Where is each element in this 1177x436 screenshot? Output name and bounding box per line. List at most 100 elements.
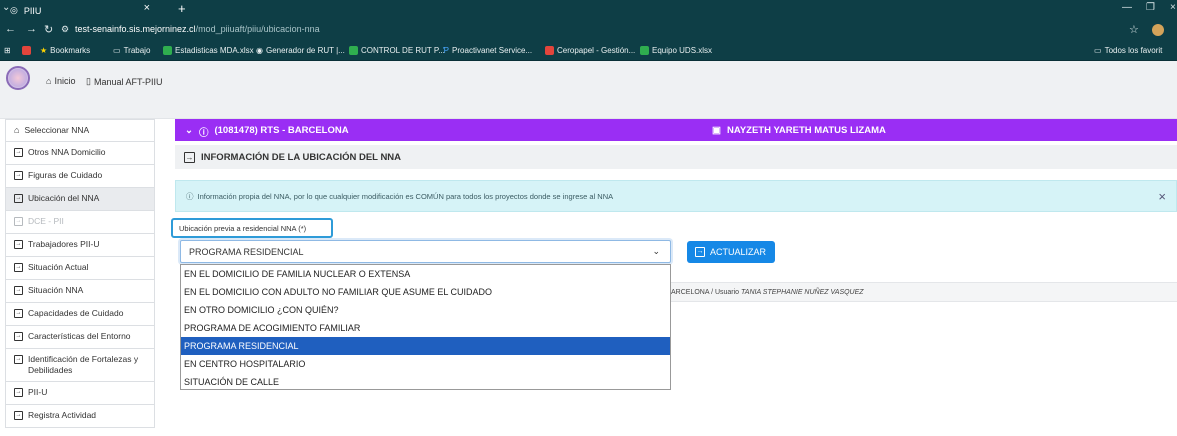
actualizar-button[interactable]: → ACTUALIZAR [687,241,775,263]
site-settings-icon[interactable]: ⚙ [61,24,69,35]
sidebar-item-registra-actividad[interactable]: → Registra Actividad [5,405,155,428]
sidebar-item-piiu[interactable]: → PII-U [5,382,155,405]
arrow-box-icon: → [184,152,195,163]
ceropapel-icon [545,46,554,55]
globe-icon: ◎ [10,5,18,15]
info-alert: ⓘ Información propia del NNA, por lo que… [175,180,1177,212]
dropdown-option[interactable]: EN CENTRO HOSPITALARIO [181,355,670,373]
folder-icon: ▭ [113,46,121,55]
close-tab-icon[interactable]: × [144,2,150,14]
sidebar-item-dce: → DCE - PII [5,211,155,234]
bookmark-item[interactable]: CONTROL DE RUT P... [349,46,445,55]
new-tab-icon[interactable]: + [178,1,186,16]
user-card-icon: ▣ [712,125,721,136]
star-icon[interactable]: ☆ [1129,23,1139,36]
project-header[interactable]: ⌄ ⓘ (1081478) RTS - BARCELONA ▣ NAYZETH … [175,119,1177,141]
restore-icon[interactable]: ❐ [1146,2,1155,13]
url-path: /mod_piiuaft/piiu/ubicacion-nna [195,24,320,34]
arrow-box-icon: → [695,247,705,257]
arrow-box-icon: → [14,286,23,295]
ubicacion-dropdown: EN EL DOMICILIO DE FAMILIA NUCLEAR O EXT… [180,264,671,390]
bookmark-item[interactable]: Estadisticas MDA.xlsx [163,46,254,55]
dropdown-option[interactable]: SITUACIÓN DE CALLE [181,373,670,391]
arrow-box-icon: → [14,411,23,420]
bookmarks-bar: ⊞ ★ Bookmarks ▭ Trabajo Estadisticas MDA.x… [0,41,1177,61]
ubicacion-select[interactable]: PROGRAMA RESIDENCIAL ⌄ [180,240,671,263]
app-header: ⌂ Inicio ▯ Manual AFT-PIIU [0,61,1177,119]
alert-text: Información propia del NNA, por lo que c… [197,191,614,201]
info-prefix: ARCELONA / Usuario [671,289,742,296]
profile-icon[interactable] [1152,24,1164,36]
arrow-box-icon: → [14,355,23,364]
close-icon[interactable]: × [1158,189,1166,204]
home-icon: ⌂ [14,125,20,135]
browser-tab[interactable]: ◎ PIIU × [8,2,158,19]
info-icon: ⓘ [198,128,209,139]
bookmark-item[interactable]: ▭ Trabajo [113,46,150,55]
sidebar-item-fortalezas[interactable]: → Identificación de Fortalezas y Debilida… [5,349,155,382]
home-icon: ⌂ [46,76,52,86]
url-host: test-senainfo.sis.mejorninez.cl [75,24,196,34]
person-name: NAYZETH YARETH MATUS LIZAMA [726,125,886,136]
arrow-box-icon: → [14,217,23,226]
info-icon: ⓘ [186,191,194,201]
browser-tab-bar: ⌄ ◎ PIIU × + — ❐ × [0,0,1177,19]
arrow-box-icon: → [14,332,23,341]
close-window-icon[interactable]: × [1170,2,1176,13]
chrome-icon: ◉ [256,46,263,55]
sheet-icon [640,46,649,55]
sidebar-item-situacion-actual[interactable]: → Situación Actual [5,257,155,280]
address-bar: ← → ↻ ⚙ test-senainfo.sis.mejorninez.cl/… [0,19,1177,41]
dropdown-option[interactable]: EN EL DOMICILIO DE FAMILIA NUCLEAR O EXT… [181,265,670,283]
proactivanet-icon: Ƥ [443,46,450,55]
bookmark-item[interactable]: Equipo UDS.xlsx [640,46,712,55]
sidebar-item-caracteristicas[interactable]: → Características del Entorno [5,326,155,349]
star-icon: ★ [40,46,48,55]
arrow-box-icon: → [14,388,23,397]
arrow-box-icon: → [14,194,23,203]
back-icon[interactable]: ← [5,23,16,35]
sheet-icon [163,46,172,55]
sidebar-item-seleccionar-nna[interactable]: ⌂ Seleccionar NNA [5,119,155,142]
arrow-box-icon: → [14,240,23,249]
all-bookmarks[interactable]: ▭ Todos los favorit [1094,46,1162,55]
folder-icon: ▭ [1094,46,1102,55]
sidebar-item-trabajadores[interactable]: → Trabajadores PII-U [5,234,155,257]
bookmark-item[interactable]: Ceropapel - Gestión... [545,46,635,55]
document-icon: ▯ [86,76,91,86]
arrow-box-icon: → [14,148,23,157]
project-name: (1081478) RTS - BARCELONA [214,125,349,136]
dropdown-option-selected[interactable]: PROGRAMA RESIDENCIAL [181,337,670,355]
nav-manual[interactable]: ▯ Manual AFT-PIIU [86,76,162,87]
bookmark-item[interactable]: Ƥ Proactivanet Service... [443,46,532,55]
reload-icon[interactable]: ↻ [44,23,53,36]
dropdown-option[interactable]: EN OTRO DOMICILIO ¿CON QUIÉN? [181,301,670,319]
bookmark-item[interactable]: ★ Bookmarks [40,46,90,55]
dropdown-option[interactable]: EN EL DOMICILIO CON ADULTO NO FAMILIAR Q… [181,283,670,301]
nav-home[interactable]: ⌂ Inicio [46,76,75,86]
forward-icon[interactable]: → [26,23,37,35]
bookmark-item[interactable]: ◉ Generador de RUT |... [256,46,345,55]
field-label: Ubicación previa a residencial NNA (*) [171,218,333,238]
url-field[interactable]: test-senainfo.sis.mejorninez.cl/mod_piiu… [75,24,320,34]
arrow-box-icon: → [14,309,23,318]
sidebar-item-capacidades[interactable]: → Capacidades de Cuidado [5,303,155,326]
minimize-icon[interactable]: — [1122,2,1132,13]
chevron-down-icon: ⌄ [185,125,193,136]
select-value: PROGRAMA RESIDENCIAL [189,247,304,257]
sidebar-item-ubicacion[interactable]: → Ubicación del NNA [5,188,155,211]
sidebar: ⌂ Seleccionar NNA → Otros NNA Domicilio → F… [5,119,155,428]
arrow-box-icon: → [14,263,23,272]
sidebar-item-situacion-nna[interactable]: → Situación NNA [5,280,155,303]
section-header: → INFORMACIÓN DE LA UBICACIÓN DEL NNA [175,145,1177,169]
youtube-icon[interactable] [22,46,31,55]
button-label: ACTUALIZAR [710,247,767,257]
arrow-box-icon: → [14,171,23,180]
apps-icon[interactable]: ⊞ [4,46,11,55]
tab-title: PIIU [23,5,42,16]
sidebar-item-otros-nna[interactable]: → Otros NNA Domicilio [5,142,155,165]
dropdown-option[interactable]: PROGRAMA DE ACOGIMIENTO FAMILIAR [181,319,670,337]
user-name: TANIA STEPHANIE NUÑEZ VASQUEZ [741,289,864,296]
app-logo[interactable] [6,66,30,90]
sidebar-item-figuras[interactable]: → Figuras de Cuidado [5,165,155,188]
